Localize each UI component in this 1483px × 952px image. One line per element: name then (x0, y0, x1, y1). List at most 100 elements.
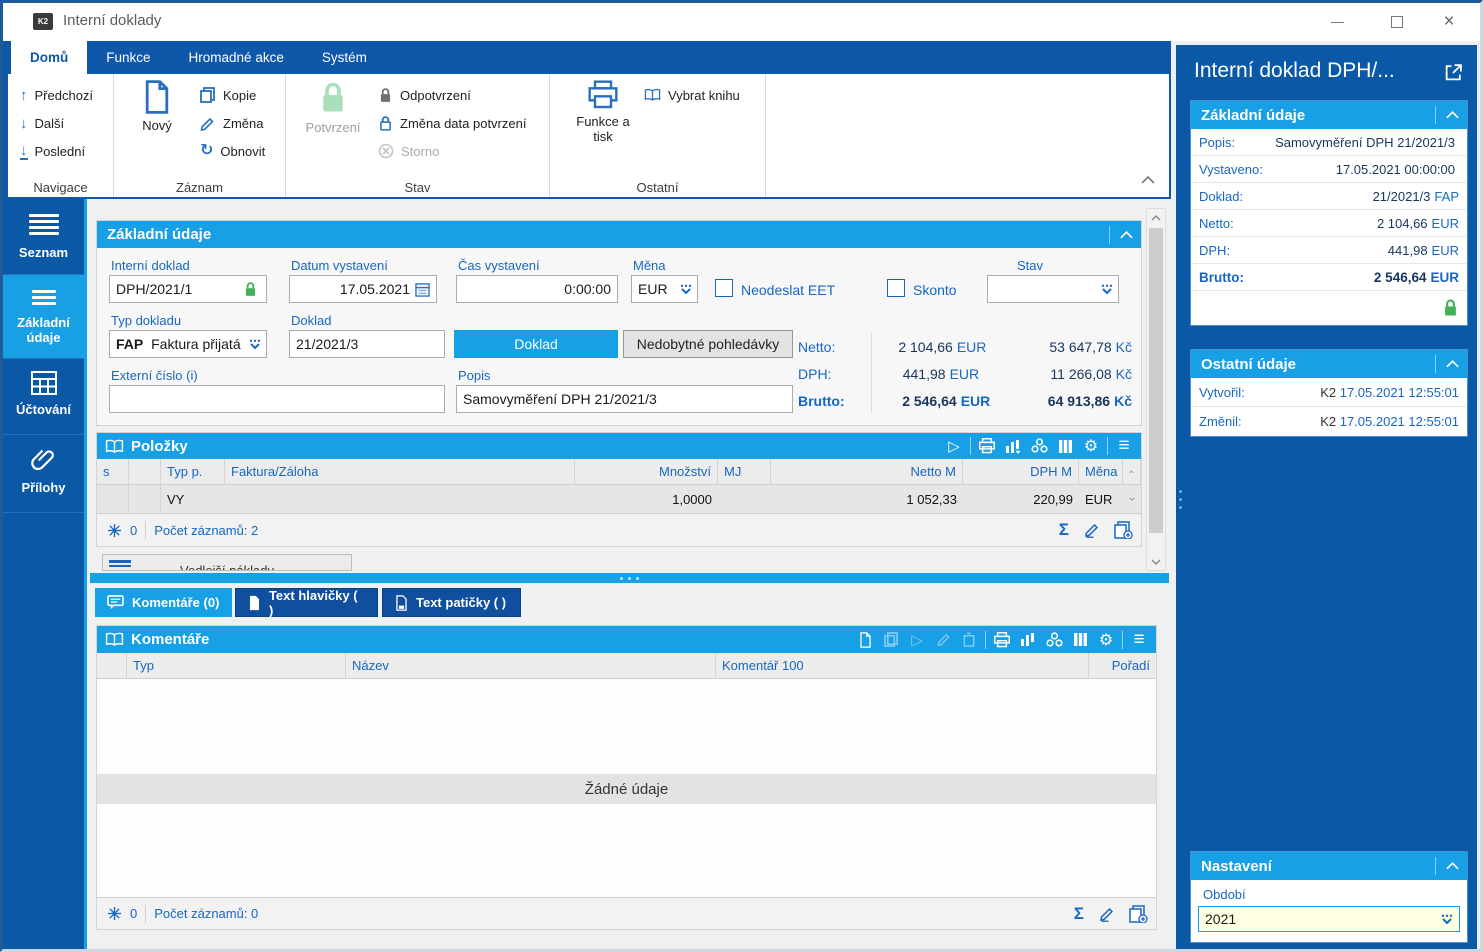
copy-icon (200, 87, 215, 103)
scroll-down-button[interactable] (1147, 553, 1165, 570)
totals-row-brutto: Brutto: 2 546,64 EUR 64 913,86 Kč (798, 392, 1132, 409)
previous-button[interactable]: ↑ Předchozí (20, 82, 93, 108)
workflow-icon[interactable] (1026, 434, 1052, 458)
stav-dropdown[interactable] (987, 275, 1119, 303)
col-nazev[interactable]: Název (346, 653, 716, 678)
ribbon-tab-domu[interactable]: Domů (11, 41, 88, 74)
new-icon[interactable] (852, 628, 878, 652)
copy-button[interactable]: Kopie (200, 82, 256, 108)
columns-icon[interactable] (1052, 434, 1078, 458)
sum-icon[interactable]: Σ (1059, 520, 1069, 540)
horizontal-splitter[interactable] (90, 573, 1169, 583)
chart-icon[interactable] (1000, 434, 1026, 458)
menu-icon[interactable]: ≡ (1126, 628, 1152, 652)
unconfirm-button[interactable]: Odpotvrzení (378, 82, 471, 108)
col-typ[interactable]: Typ (127, 653, 346, 678)
cas-vystaveni-input[interactable] (456, 275, 618, 303)
label-obdobi: Období (1203, 887, 1246, 902)
col-dph-m[interactable]: DPH M (963, 459, 1079, 484)
typ-dokladu-dropdown[interactable]: FAP Faktura přijatá (109, 330, 267, 358)
externi-cislo-input[interactable] (109, 385, 445, 413)
record-count: Počet záznamů: 0 (154, 906, 259, 921)
collapse-panel-button[interactable] (1109, 226, 1133, 244)
col-poradi[interactable]: Pořadí (1089, 653, 1156, 678)
col-faktura-zaloha[interactable]: Faktura/Záloha (225, 459, 575, 484)
open-in-window-button[interactable] (1444, 63, 1463, 87)
settings-gear-icon[interactable]: ⚙ (1093, 628, 1119, 652)
menu-icon[interactable]: ≡ (1111, 434, 1137, 458)
scroll-up-button[interactable] (1123, 459, 1141, 484)
collapse-card-button[interactable] (1435, 857, 1459, 875)
obdobi-dropdown[interactable]: 2021 (1198, 906, 1460, 932)
vedlejsi-naklady-panel[interactable]: Vedlejší náklady (102, 554, 352, 571)
settings-gear-icon[interactable]: ⚙ (1078, 434, 1104, 458)
ribbon-tab-system[interactable]: Systém (303, 41, 386, 74)
col-mj[interactable]: MJ (718, 459, 771, 484)
calendar-icon[interactable] (415, 282, 430, 297)
print-icon[interactable] (974, 434, 1000, 458)
panel-title: Položky (131, 437, 188, 455)
collapse-card-button[interactable] (1435, 355, 1459, 373)
frozen-icon[interactable] (107, 523, 122, 538)
col-mnozstvi[interactable]: Množství (575, 459, 718, 484)
col-s[interactable]: s (97, 459, 129, 484)
col-typ-p[interactable]: Typ p. (161, 459, 225, 484)
sidebar-item-zakladni-udaje[interactable]: Základní údaje (3, 275, 84, 359)
col-blank[interactable] (129, 459, 161, 484)
ribbon-tab-hromadne-akce[interactable]: Hromadné akce (170, 41, 303, 74)
workflow-icon[interactable] (1041, 628, 1067, 652)
col-mena[interactable]: Měna (1079, 459, 1123, 484)
popis-input[interactable] (456, 385, 793, 413)
col-blank[interactable] (97, 653, 127, 678)
col-komentar[interactable]: Komentář 100 (716, 653, 1089, 678)
add-record-icon[interactable] (1129, 904, 1148, 923)
minimize-button[interactable] (1314, 3, 1360, 41)
change-button[interactable]: Změna (200, 110, 263, 136)
tab-komentare[interactable]: Komentáře (0) (95, 588, 232, 617)
col-netto-m[interactable]: Netto M (771, 459, 963, 484)
refresh-button[interactable]: ↻ Obnovit (200, 138, 265, 164)
tab-text-paticky[interactable]: Text patičky ( ) (382, 588, 521, 617)
doklad-button[interactable]: Doklad (454, 330, 618, 358)
sidebar-item-uctovani[interactable]: Účtování (3, 359, 84, 435)
maximize-button[interactable] (1374, 3, 1420, 41)
doklad-input[interactable] (289, 330, 445, 358)
last-button[interactable]: ↓ Poslední (20, 138, 85, 164)
tab-text-hlavicky[interactable]: Text hlavičky ( ) (235, 588, 378, 618)
sidebar-item-seznam[interactable]: Seznam (3, 199, 84, 275)
lock-gray-icon (380, 87, 391, 102)
items-table-row[interactable]: VY 1,0000 1 052,33 220,99 EUR (97, 485, 1141, 513)
add-record-icon[interactable] (1114, 521, 1133, 539)
ribbon-group-zaznam: Nový Kopie Změna ↻ Obnovit Záznam (114, 74, 286, 197)
columns-icon[interactable] (1067, 628, 1093, 652)
edit-icon[interactable] (1098, 906, 1115, 922)
main-scrollbar[interactable] (1146, 208, 1166, 571)
edit-icon[interactable] (1083, 522, 1100, 538)
collapse-card-button[interactable] (1435, 106, 1459, 124)
comment-icon (107, 595, 124, 610)
ribbon-body: ↑ Předchozí ↓ Další ↓ Poslední Navigace … (8, 74, 1169, 197)
next-button[interactable]: ↓ Další (20, 110, 64, 136)
mena-dropdown[interactable]: EUR (631, 275, 698, 303)
label-skonto: Skonto (913, 282, 957, 298)
sum-icon[interactable]: Σ (1074, 904, 1084, 924)
neodeslat-eet-checkbox[interactable] (715, 279, 733, 297)
panel-splitter-handle[interactable] (1179, 485, 1182, 514)
collapse-ribbon-button[interactable] (1141, 171, 1155, 189)
frozen-icon[interactable] (107, 906, 122, 921)
print-icon[interactable] (989, 628, 1015, 652)
new-button[interactable]: Nový (122, 80, 192, 133)
close-button[interactable]: × (1426, 3, 1472, 41)
skonto-checkbox[interactable] (887, 279, 905, 297)
sidebar-item-prilohy[interactable]: Přílohy (3, 435, 84, 513)
nedobytne-pohledavky-button[interactable]: Nedobytné pohledávky (623, 330, 793, 358)
ribbon-tab-funkce[interactable]: Funkce (87, 41, 169, 74)
scroll-up-button[interactable] (1147, 209, 1165, 226)
scrollbar-thumb[interactable] (1149, 228, 1163, 533)
select-book-button[interactable]: Vybrat knihu (644, 82, 740, 108)
functions-print-button[interactable]: Funkce a tisk (568, 80, 638, 144)
chart-icon[interactable] (1015, 628, 1041, 652)
scroll-down-button[interactable] (1123, 485, 1141, 513)
change-confirm-date-button[interactable]: Změna data potvrzení (378, 110, 526, 136)
run-icon[interactable]: ▷ (941, 434, 967, 458)
